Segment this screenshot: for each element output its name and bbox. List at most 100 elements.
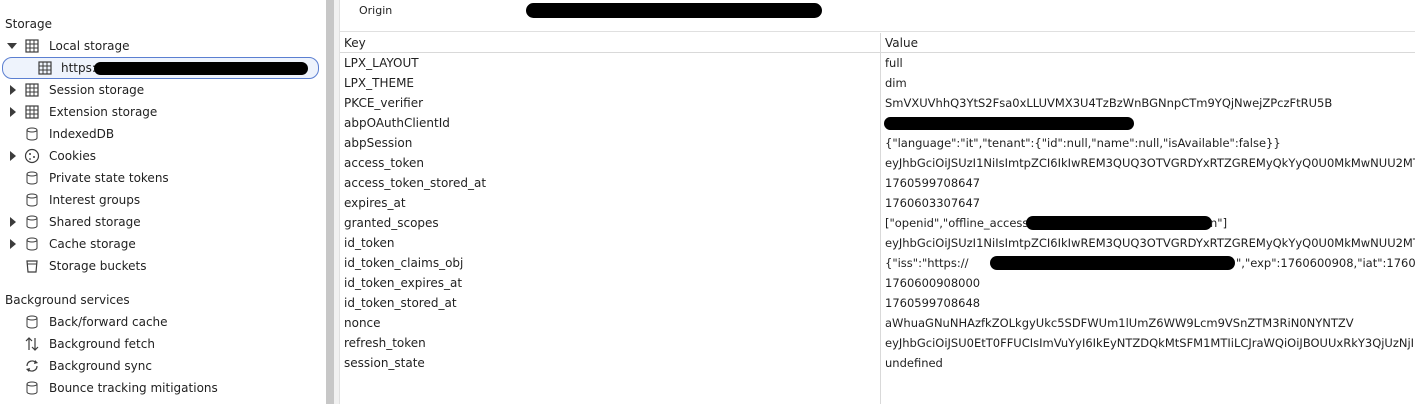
row-key: PKCE_verifier — [344, 96, 424, 110]
row-value: SmVXUVhhQ3YtS2Fsa0xLLUVMX3U4TzBzWnBGNnpC… — [885, 96, 1333, 110]
local-storage-panel: Origin Key Value LPX_LAYOUT full LPX_THEM… — [340, 0, 1415, 404]
table-row[interactable]: access_token_stored_at 1760599708647 — [340, 174, 1415, 194]
table-row[interactable]: LPX_LAYOUT full — [340, 54, 1415, 74]
id-token-claims-tail: ","exp":1760600908,"iat":176059... — [1236, 256, 1415, 270]
table-body: LPX_LAYOUT full LPX_THEME dim PKCE_verifie… — [340, 54, 1415, 374]
row-value: 1760599708648 — [885, 296, 981, 310]
row-key: abpSession — [344, 136, 413, 150]
row-value: aWhuaGNuNHAzfkZOLkgyUkc5SDFWUm1lUmZ6WW9L… — [885, 316, 1354, 330]
origin-label: Origin — [359, 4, 393, 17]
sidebar-item-label: Cookies — [49, 149, 96, 163]
storage-section-header: Storage — [5, 17, 52, 31]
table-row[interactable]: access_token eyJhbGciOiJSUzI1NiIsImtpZCI6… — [340, 154, 1415, 174]
panel-splitter[interactable] — [326, 0, 334, 404]
row-key: refresh_token — [344, 336, 426, 350]
sidebar-item-label: Cache storage — [49, 237, 136, 251]
sidebar-item-cache-storage[interactable]: Cache storage — [0, 233, 322, 255]
background-services-header: Background services — [5, 293, 130, 307]
table-row[interactable]: granted_scopes ["openid","offline_access"… — [340, 214, 1415, 234]
database-icon — [24, 192, 40, 208]
row-key: id_token_stored_at — [344, 296, 457, 310]
sidebar-item-label: Private state tokens — [49, 171, 169, 185]
sidebar-item-cookies[interactable]: Cookies — [0, 145, 322, 167]
database-icon — [24, 170, 40, 186]
sidebar-item-shared-storage[interactable]: Shared storage — [0, 211, 322, 233]
sidebar-item-label: Interest groups — [49, 193, 141, 207]
table-row[interactable]: id_token_claims_obj {"iss":"https:// ","e… — [340, 254, 1415, 274]
database-icon — [24, 236, 40, 252]
row-key: session_state — [344, 356, 425, 370]
redaction-mark — [884, 117, 1134, 130]
collapsed-triangle-icon[interactable] — [8, 107, 18, 117]
sidebar-item-storage-buckets[interactable]: Storage buckets — [0, 255, 322, 277]
sidebar-item-indexeddb[interactable]: IndexedDB — [0, 123, 322, 145]
sidebar-item-private-state-tokens[interactable]: Private state tokens — [0, 167, 322, 189]
table-grid-icon — [37, 60, 53, 76]
storage-sidebar: Storage Local storage https:// Session s… — [0, 0, 326, 404]
sidebar-item-label: Local storage — [49, 39, 130, 53]
up-down-arrows-icon — [24, 336, 40, 352]
table-row[interactable]: expires_at 1760603307647 — [340, 194, 1415, 214]
row-value: 1760603307647 — [885, 196, 981, 210]
sidebar-item-label: Background sync — [49, 359, 152, 373]
database-icon — [24, 214, 40, 230]
table-row[interactable]: abpOAuthClientId — [340, 114, 1415, 134]
row-value: undefined — [885, 356, 943, 370]
table-row[interactable]: abpSession {"language":"it","tenant":{"id… — [340, 134, 1415, 154]
cookie-icon — [24, 148, 40, 164]
row-value: eyJhbGciOiJSUzI1NiIsImtpZCI6IkIwREM3QUQ3… — [885, 236, 1415, 250]
table-row[interactable]: LPX_THEME dim — [340, 74, 1415, 94]
collapsed-triangle-icon[interactable] — [8, 239, 18, 249]
sidebar-item-interest-groups[interactable]: Interest groups — [0, 189, 322, 211]
redaction-mark — [990, 256, 1235, 270]
sidebar-item-label: Back/forward cache — [49, 315, 168, 329]
column-header-key[interactable]: Key — [344, 36, 366, 50]
column-header-value[interactable]: Value — [885, 36, 918, 50]
table-grid-icon — [24, 38, 40, 54]
row-key: expires_at — [344, 196, 406, 210]
sidebar-item-bounce-tracking[interactable]: Bounce tracking mitigations — [0, 377, 322, 399]
granted-scopes-tail: n"] — [1210, 216, 1228, 230]
table-row[interactable]: PKCE_verifier SmVXUVhhQ3YtS2Fsa0xLLUVMX3U… — [340, 94, 1415, 114]
table-row[interactable]: session_state undefined — [340, 354, 1415, 374]
sidebar-item-label: Shared storage — [49, 215, 141, 229]
database-icon — [24, 126, 40, 142]
bucket-icon — [24, 258, 40, 274]
table-row[interactable]: id_token_expires_at 1760600908000 — [340, 274, 1415, 294]
sidebar-item-label: Extension storage — [49, 105, 158, 119]
sidebar-item-origin[interactable]: https:// — [0, 57, 322, 79]
redaction-mark — [1026, 216, 1212, 230]
row-value: eyJhbGciOiJSU0EtT0FFUCIsImVuYyI6IkEyNTZD… — [885, 336, 1415, 350]
row-value: 1760599708647 — [885, 176, 981, 190]
collapsed-triangle-icon[interactable] — [8, 151, 18, 161]
row-key: LPX_LAYOUT — [344, 56, 419, 70]
row-value: full — [885, 56, 903, 70]
sidebar-item-back-forward-cache[interactable]: Back/forward cache — [0, 311, 322, 333]
sidebar-item-session-storage[interactable]: Session storage — [0, 79, 322, 101]
row-key: abpOAuthClientId — [344, 116, 450, 130]
expanded-triangle-icon[interactable] — [7, 41, 17, 51]
row-key: id_token — [344, 236, 395, 250]
origin-bar: Origin — [340, 0, 1415, 32]
table-grid-icon — [24, 104, 40, 120]
sidebar-item-extension-storage[interactable]: Extension storage — [0, 101, 322, 123]
sidebar-item-background-fetch[interactable]: Background fetch — [0, 333, 322, 355]
sync-icon — [24, 358, 40, 374]
row-key: granted_scopes — [344, 216, 439, 230]
database-icon — [24, 314, 40, 330]
table-row[interactable]: nonce aWhuaGNuNHAzfkZOLkgyUkc5SDFWUm1lUmZ… — [340, 314, 1415, 334]
table-row[interactable]: id_token eyJhbGciOiJSUzI1NiIsImtpZCI6IkIw… — [340, 234, 1415, 254]
sidebar-item-local-storage[interactable]: Local storage — [0, 35, 322, 57]
collapsed-triangle-icon[interactable] — [8, 217, 18, 227]
table-header: Key Value — [340, 33, 1415, 53]
row-key: id_token_claims_obj — [344, 256, 464, 270]
sidebar-item-label: Background fetch — [49, 337, 155, 351]
collapsed-triangle-icon[interactable] — [8, 85, 18, 95]
sidebar-item-label: Bounce tracking mitigations — [49, 381, 218, 395]
row-key: nonce — [344, 316, 381, 330]
sidebar-item-background-sync[interactable]: Background sync — [0, 355, 322, 377]
table-row[interactable]: refresh_token eyJhbGciOiJSU0EtT0FFUCIsImV… — [340, 334, 1415, 354]
table-row[interactable]: id_token_stored_at 1760599708648 — [340, 294, 1415, 314]
redaction-mark — [94, 62, 308, 75]
row-key: access_token — [344, 156, 424, 170]
